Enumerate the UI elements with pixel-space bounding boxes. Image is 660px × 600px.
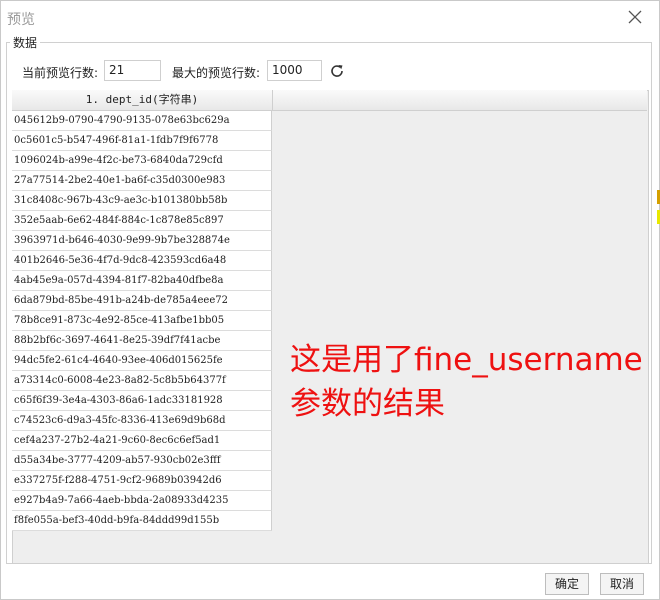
table-row[interactable]: e927b4a9-7a66-4aeb-bbda-2a08933d4235 — [12, 491, 272, 511]
table-row[interactable]: 045612b9-0790-4790-9135-078e63bc629a — [12, 111, 272, 131]
refresh-icon[interactable] — [328, 62, 346, 80]
close-icon[interactable] — [625, 7, 645, 27]
table-row[interactable]: c65f6f39-3e4a-4303-86a6-1adc33181928 — [12, 391, 272, 411]
table-row[interactable]: cef4a237-27b2-4a21-9c60-8ec6c6ef5ad1 — [12, 431, 272, 451]
column-header-filler — [273, 90, 647, 111]
table-row[interactable]: 0c5601c5-b547-496f-81a1-1fdb7f9f6778 — [12, 131, 272, 151]
table-row[interactable]: 31c8408c-967b-43c9-ae3c-b101380bb58b — [12, 191, 272, 211]
max-rows-input[interactable]: 1000 — [267, 60, 322, 81]
table-row[interactable]: a73314c0-6008-4e23-8a82-5c8b5b64377f — [12, 371, 272, 391]
table-row[interactable]: d55a34be-3777-4209-ab57-930cb02e3fff — [12, 451, 272, 471]
dialog-title: 预览 — [7, 12, 35, 28]
table-row[interactable]: 6da879bd-85be-491b-a24b-de785a4eee72 — [12, 291, 272, 311]
table-body: 045612b9-0790-4790-9135-078e63bc629a 0c56… — [12, 111, 272, 531]
current-rows-input[interactable]: 21 — [104, 60, 161, 81]
ok-button[interactable]: 确定 — [545, 573, 589, 595]
max-rows-label: 最大的预览行数: — [172, 66, 261, 80]
column-header-dept-id[interactable]: 1. dept_id(字符串) — [12, 90, 273, 111]
table-row[interactable]: c74523c6-d9a3-45fc-8336-413e69d9b68d — [12, 411, 272, 431]
table-row[interactable]: 352e5aab-6e62-484f-884c-1c878e85c897 — [12, 211, 272, 231]
current-rows-label: 当前预览行数: — [22, 66, 99, 80]
table-row[interactable]: 78b8ce91-873c-4e92-85ce-413afbe1bb05 — [12, 311, 272, 331]
table-row[interactable]: 4ab45e9a-057d-4394-81f7-82ba40dfbe8a — [12, 271, 272, 291]
table-row[interactable]: e337275f-f288-4751-9cf2-9689b03942d6 — [12, 471, 272, 491]
title-bar: 预览 — [1, 1, 659, 35]
table-row[interactable]: 3963971d-b646-4030-9e99-9b7be328874e — [12, 231, 272, 251]
annotation-text: 这是用了fine_username 参数的结果 — [290, 338, 643, 426]
annotation-line-1: 这是用了fine_username — [290, 342, 643, 378]
table-row[interactable]: 1096024b-a99e-4f2c-be73-6840da729cfd — [12, 151, 272, 171]
table-row[interactable]: 94dc5fe2-61c4-4640-93ee-406d015625fe — [12, 351, 272, 371]
table-row[interactable]: f8fe055a-bef3-40dd-b9fa-84ddd99d155b — [12, 511, 272, 531]
data-group-legend: 数据 — [10, 34, 41, 51]
table-row[interactable]: 88b2bf6c-3697-4641-8e25-39df7f41acbe — [12, 331, 272, 351]
cancel-button[interactable]: 取消 — [600, 573, 644, 595]
annotation-line-2: 参数的结果 — [290, 386, 445, 422]
table-row[interactable]: 401b2646-5e36-4f7d-9dc8-423593cd6a48 — [12, 251, 272, 271]
table-row[interactable]: 27a77514-2be2-40e1-ba6f-c35d0300e983 — [12, 171, 272, 191]
